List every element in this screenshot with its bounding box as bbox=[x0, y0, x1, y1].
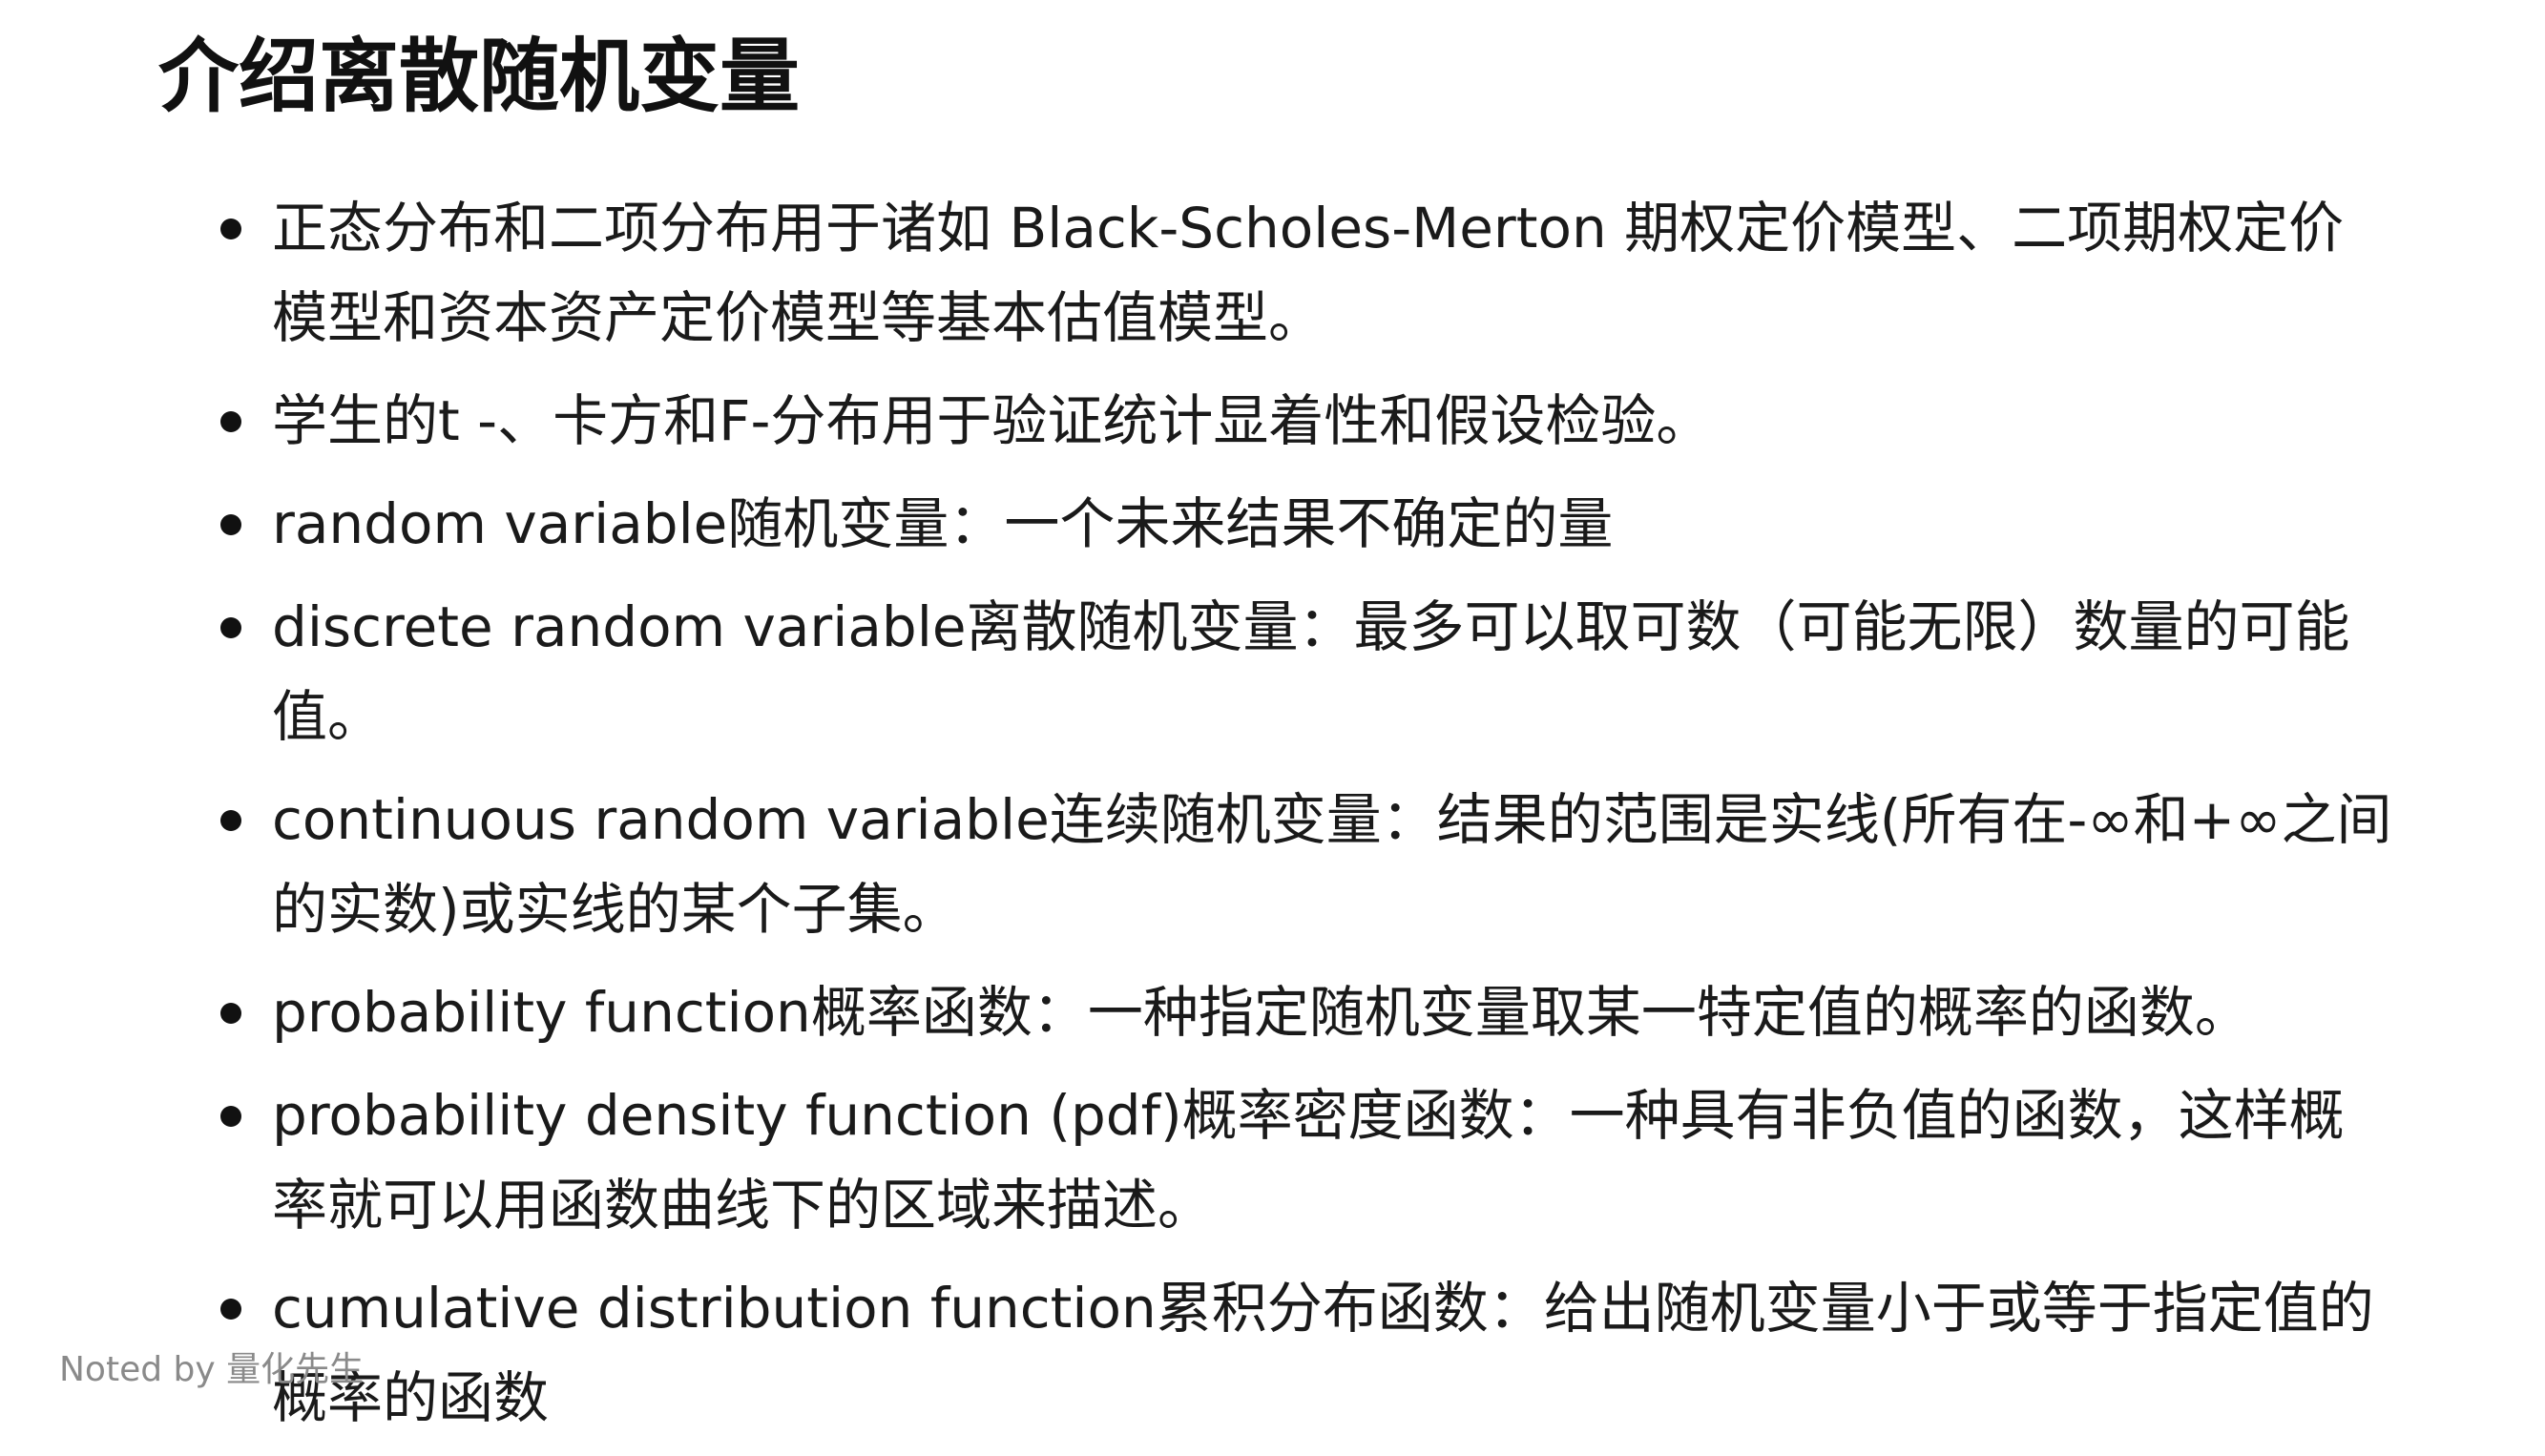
list-item-text: 正态分布和二项分布用于诸如 Black-Scholes-Merton 期权定价模… bbox=[272, 196, 2345, 350]
list-item-text: probability function概率函数：一种指定随机变量取某一特定值的… bbox=[272, 980, 2250, 1045]
list-item-text: cumulative distribution function累积分布函数：给… bbox=[272, 1276, 2374, 1430]
list-item-text: 学生的t -、卡方和F-分布用于验证统计显着性和假设检验。 bbox=[272, 388, 1712, 453]
page-title: 介绍离散随机变量 bbox=[158, 30, 801, 123]
list-item: 学生的t -、卡方和F-分布用于验证统计显着性和假设检验。 bbox=[213, 376, 2398, 466]
bullet-dot-icon bbox=[220, 617, 241, 638]
bullet-dot-icon bbox=[220, 411, 241, 432]
bullet-dot-icon bbox=[220, 1106, 241, 1127]
bullet-dot-icon bbox=[220, 514, 241, 535]
list-item: 正态分布和二项分布用于诸如 Black-Scholes-Merton 期权定价模… bbox=[213, 183, 2398, 363]
list-item: continuous random variable连续随机变量：结果的范围是实… bbox=[213, 775, 2398, 954]
list-item-text: probability density function (pdf)概率密度函数… bbox=[272, 1083, 2345, 1238]
list-item: random variable随机变量：一个未来结果不确定的量 bbox=[213, 479, 2398, 569]
bullet-dot-icon bbox=[220, 1299, 241, 1320]
watermark: Noted by 量化先生 bbox=[59, 1350, 365, 1389]
list-item-text: continuous random variable连续随机变量：结果的范围是实… bbox=[272, 787, 2392, 942]
list-item-text: random variable随机变量：一个未来结果不确定的量 bbox=[272, 491, 1614, 556]
list-item: discrete random variable离散随机变量：最多可以取可数（可… bbox=[213, 582, 2398, 761]
bullet-dot-icon bbox=[220, 1003, 241, 1024]
bullet-dot-icon bbox=[220, 218, 241, 239]
list-item: probability density function (pdf)概率密度函数… bbox=[213, 1071, 2398, 1250]
bullet-dot-icon bbox=[220, 810, 241, 831]
bullet-list: 正态分布和二项分布用于诸如 Black-Scholes-Merton 期权定价模… bbox=[213, 183, 2398, 1456]
slide: 介绍离散随机变量 正态分布和二项分布用于诸如 Black-Scholes-Mer… bbox=[0, 0, 2545, 1431]
list-item: probability function概率函数：一种指定随机变量取某一特定值的… bbox=[213, 967, 2398, 1057]
list-item: cumulative distribution function累积分布函数：给… bbox=[213, 1263, 2398, 1443]
list-item-text: discrete random variable离散随机变量：最多可以取可数（可… bbox=[272, 594, 2350, 749]
